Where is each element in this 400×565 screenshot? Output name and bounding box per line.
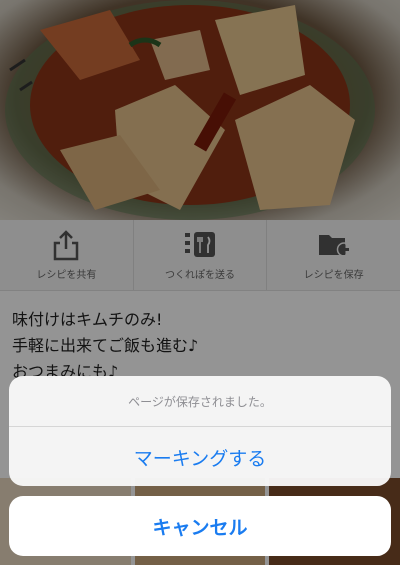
action-sheet-title: ページが保存されました。 <box>9 376 391 427</box>
marking-button[interactable]: マーキングする <box>9 427 391 486</box>
cancel-button[interactable]: キャンセル <box>9 496 391 556</box>
action-sheet: ページが保存されました。 マーキングする <box>9 376 391 486</box>
